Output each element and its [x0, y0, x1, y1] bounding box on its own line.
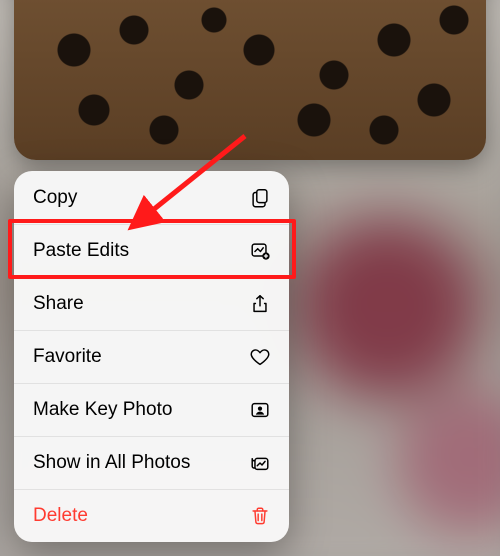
menu-item-label: Delete	[33, 505, 88, 527]
paste-edits-icon	[248, 239, 272, 263]
menu-item-label: Make Key Photo	[33, 399, 172, 421]
menu-item-label: Show in All Photos	[33, 452, 190, 474]
key-photo-icon	[248, 398, 272, 422]
context-menu: Copy Paste Edits Share Favorite Make Key…	[14, 171, 289, 542]
menu-item-label: Share	[33, 293, 84, 315]
trash-icon	[248, 504, 272, 528]
menu-item-show-in-all-photos[interactable]: Show in All Photos	[14, 436, 289, 489]
menu-item-paste-edits[interactable]: Paste Edits	[14, 224, 289, 277]
menu-item-favorite[interactable]: Favorite	[14, 330, 289, 383]
heart-icon	[248, 345, 272, 369]
photo-preview[interactable]	[14, 0, 486, 160]
all-photos-icon	[248, 451, 272, 475]
menu-item-label: Favorite	[33, 346, 102, 368]
share-icon	[248, 292, 272, 316]
menu-item-label: Copy	[33, 187, 77, 209]
copy-icon	[248, 186, 272, 210]
menu-item-copy[interactable]: Copy	[14, 171, 289, 224]
menu-item-make-key-photo[interactable]: Make Key Photo	[14, 383, 289, 436]
menu-item-delete[interactable]: Delete	[14, 489, 289, 542]
menu-item-label: Paste Edits	[33, 240, 129, 262]
menu-item-share[interactable]: Share	[14, 277, 289, 330]
